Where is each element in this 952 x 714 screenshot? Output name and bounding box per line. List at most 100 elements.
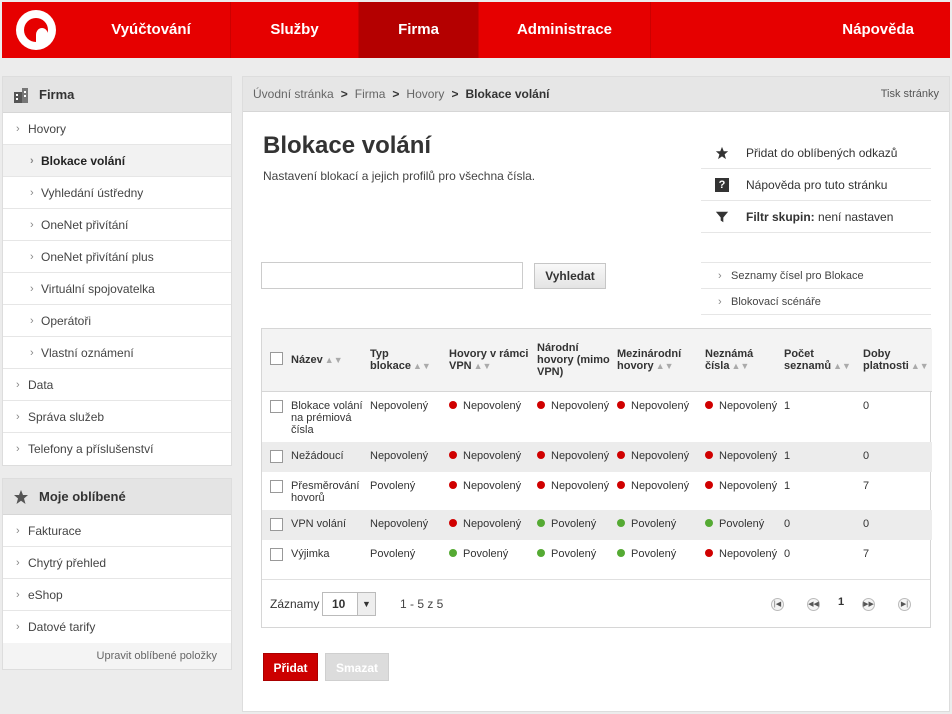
cell-type-text: Povolený: [370, 547, 416, 560]
cell-unknown: Nepovolený: [701, 441, 780, 472]
current-page-number[interactable]: 1: [838, 596, 844, 608]
cell-vpn: Nepovolený: [445, 441, 533, 472]
cell-name-text[interactable]: Výjimka: [291, 548, 330, 560]
sidebar-item-chytry-prehled[interactable]: › Chytrý přehled: [3, 547, 231, 579]
row-checkbox[interactable]: [270, 399, 283, 413]
sidebar-item-datove-tarify[interactable]: › Datové tarify: [3, 611, 231, 643]
column-header-vpn[interactable]: Hovory v rámci VPN ▲▼: [445, 329, 533, 392]
column-header-international[interactable]: Mezinárodní hovory ▲▼: [613, 329, 701, 392]
search-input[interactable]: [261, 262, 523, 289]
filter-icon: [715, 211, 729, 223]
sidebar-item-operatori[interactable]: › Operátoři: [3, 305, 231, 337]
status-text: Nepovolený: [551, 479, 610, 492]
sidebar-item-sprava-sluzeb[interactable]: › Správa služeb: [3, 401, 231, 433]
cell-name-text[interactable]: VPN volání: [291, 518, 346, 530]
column-header-validity[interactable]: Doby platnosti ▲▼: [859, 329, 932, 392]
first-page-icon[interactable]: |◀: [771, 598, 784, 611]
help-action[interactable]: ? Nápověda pro tuto stránku: [701, 169, 931, 201]
chevron-right-icon: ›: [16, 525, 20, 537]
sidebar-item-label: Chytrý přehled: [28, 556, 107, 570]
column-header-national[interactable]: Národní hovory (mimo VPN): [533, 329, 613, 392]
status-dot-icon: [617, 450, 625, 459]
table-row[interactable]: Přesměrování hovorů Povolený Nepovolený Nep…: [262, 472, 932, 510]
link-seznamy-cisel[interactable]: › Seznamy čísel pro Blokace: [701, 263, 931, 289]
table-row[interactable]: Blokace volání na prémiová čísla Nepovole…: [262, 391, 932, 442]
breadcrumb-home[interactable]: Úvodní stránka: [253, 87, 334, 101]
last-page-icon[interactable]: ▶|: [898, 598, 911, 611]
vodafone-logo[interactable]: [16, 10, 56, 50]
sidebar-item-onenet-privitani-plus[interactable]: › OneNet přivítání plus: [3, 241, 231, 273]
status-dot-icon: [537, 548, 545, 557]
sidebar-item-vlastni-oznameni[interactable]: › Vlastní oznámení: [3, 337, 231, 369]
cell-international: Povolený: [613, 540, 701, 570]
nav-firma[interactable]: Firma: [358, 2, 478, 58]
sidebar-item-hovory[interactable]: › Hovory: [3, 113, 231, 145]
row-checkbox[interactable]: [270, 517, 283, 531]
next-page-icon[interactable]: ▶▶: [862, 598, 875, 611]
add-favorite-action[interactable]: Přidat do oblíbených odkazů: [701, 137, 931, 169]
record-range: 1 - 5 z 5: [400, 597, 444, 611]
page-size-select[interactable]: 10 ▼: [322, 592, 376, 616]
sort-icon: ▲▼: [910, 360, 929, 371]
add-button[interactable]: Přidat: [263, 653, 318, 681]
edit-favorites-link[interactable]: Upravit oblíbené položky: [3, 643, 231, 669]
status-text: Nepovolený: [631, 449, 690, 462]
column-header-type[interactable]: Typ blokace ▲▼: [366, 329, 445, 392]
cell-vpn: Nepovolený: [445, 509, 533, 540]
nav-administrace[interactable]: Administrace: [478, 2, 650, 58]
status-dot-icon: [617, 518, 625, 527]
sidebar-item-virtualni-spojovatelka[interactable]: › Virtuální spojovatelka: [3, 273, 231, 305]
nav-vyuctovani[interactable]: Vyúčtování: [72, 2, 230, 58]
column-header-name[interactable]: Název ▲▼: [287, 329, 366, 392]
row-checkbox[interactable]: [270, 547, 283, 561]
sidebar-item-onenet-privitani[interactable]: › OneNet přivítání: [3, 209, 231, 241]
group-filter-action[interactable]: Filtr skupin: není nastaven: [701, 201, 931, 233]
column-header-lists[interactable]: Počet seznamů ▲▼: [780, 329, 859, 392]
breadcrumb-hovory[interactable]: Hovory: [406, 87, 444, 101]
sidebar-item-data[interactable]: › Data: [3, 369, 231, 401]
breadcrumb-firma[interactable]: Firma: [355, 87, 386, 101]
sidebar-item-label: Správa služeb: [28, 410, 105, 424]
search-button[interactable]: Vyhledat: [534, 263, 606, 289]
chevron-right-icon: ›: [30, 347, 34, 359]
select-all-checkbox[interactable]: [270, 351, 283, 365]
sidebar-item-fakturace[interactable]: › Fakturace: [3, 515, 231, 547]
select-all-cell: [262, 329, 287, 392]
sidebar-item-eshop[interactable]: › eShop: [3, 579, 231, 611]
status-dot-icon: [705, 480, 713, 489]
delete-button[interactable]: Smazat: [325, 653, 389, 681]
column-header-unknown[interactable]: Neznámá čísla ▲▼: [701, 329, 780, 392]
cell-lists: 0: [780, 540, 859, 570]
cell-type: Povolený: [366, 540, 445, 570]
nav-napoveda[interactable]: Nápověda: [650, 2, 950, 58]
sidebar-item-telefony[interactable]: › Telefony a příslušenství: [3, 433, 231, 465]
status-text: Povolený: [551, 547, 597, 560]
print-page-link[interactable]: Tisk stránky: [881, 77, 939, 112]
cell-type-text: Nepovolený: [370, 399, 429, 412]
breadcrumb-current: Blokace volání: [465, 87, 550, 101]
table-row[interactable]: Nežádoucí Nepovolený Nepovolený Nepovolený N…: [262, 441, 932, 472]
prev-page-icon[interactable]: ◀◀: [807, 598, 820, 611]
table-row[interactable]: VPN volání Nepovolený Nepovolený Povolený Po…: [262, 509, 932, 540]
table-row[interactable]: Výjimka Povolený Povolený Povolený Povolený N…: [262, 540, 932, 570]
cell-name: Blokace volání na prémiová čísla: [287, 391, 366, 442]
sidebar-item-label: OneNet přivítání: [41, 218, 129, 232]
cell-name-text[interactable]: Blokace volání na prémiová čísla: [291, 400, 363, 436]
nav-sluzby[interactable]: Služby: [230, 2, 358, 58]
logo-mark: [24, 18, 48, 42]
cell-international: Nepovolený: [613, 472, 701, 510]
link-blokovaci-scenare[interactable]: › Blokovací scénáře: [701, 289, 931, 315]
sidebar-item-blokace-volani[interactable]: › Blokace volání: [3, 145, 231, 177]
cell-unknown: Nepovolený: [701, 540, 780, 570]
link-label: Seznamy čísel pro Blokace: [731, 270, 864, 282]
cell-type: Povolený: [366, 472, 445, 510]
status-text: Povolený: [631, 547, 677, 560]
sidebar-item-vyhledani-ustredny[interactable]: › Vyhledání ústředny: [3, 177, 231, 209]
row-checkbox[interactable]: [270, 479, 283, 493]
row-checkbox[interactable]: [270, 449, 283, 463]
cell-name-text[interactable]: Přesměrování hovorů: [291, 480, 359, 504]
cell-validity-text: 7: [863, 547, 870, 560]
status-text: Nepovolený: [463, 449, 522, 462]
sidebar-item-label: Vlastní oznámení: [41, 346, 134, 360]
cell-name-text[interactable]: Nežádoucí: [291, 450, 344, 462]
